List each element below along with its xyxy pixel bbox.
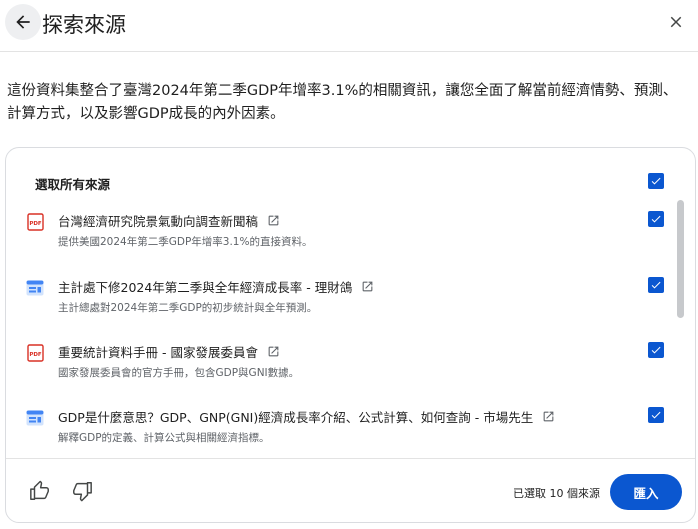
close-icon	[670, 16, 682, 28]
dialog-footer: 已選取 10 個來源 匯入	[6, 458, 695, 522]
source-item[interactable]: 主計處下修2024年第二季與全年經濟成長率 - 理財鴿 主計總處對2024年第二…	[6, 277, 666, 337]
web-icon	[26, 279, 44, 297]
dialog-title: 探索來源	[42, 13, 126, 37]
svg-text:PDF: PDF	[29, 221, 42, 227]
source-checkbox[interactable]	[648, 277, 664, 293]
thumbs-down-icon	[73, 482, 92, 502]
open-external-icon[interactable]	[267, 345, 280, 358]
pdf-icon: PDF	[26, 344, 44, 362]
selected-count: 已選取 10 個來源	[513, 487, 600, 500]
source-title-text[interactable]: 主計處下修2024年第二季與全年經濟成長率 - 理財鴿	[58, 277, 352, 296]
arrow-back-icon	[16, 15, 30, 29]
open-external-icon[interactable]	[267, 214, 280, 227]
source-item[interactable]: PDF 重要統計資料手冊 - 國家發展委員會 國家發展委員會的官方手冊，包含GD…	[6, 342, 666, 402]
source-title-text[interactable]: 台灣經濟研究院景氣動向調查新聞稿	[58, 211, 258, 230]
source-title[interactable]: GDP是什麼意思？GDP、GNP(GNI)經濟成長率介紹、公式計算、如何查詢 -…	[58, 407, 555, 426]
import-button[interactable]: 匯入	[610, 474, 682, 510]
thumbs-down-button[interactable]	[70, 479, 94, 503]
source-title[interactable]: 主計處下修2024年第二季與全年經濟成長率 - 理財鴿	[58, 277, 374, 296]
source-checkbox[interactable]	[648, 407, 664, 423]
close-button[interactable]	[662, 8, 690, 36]
back-button[interactable]	[5, 4, 41, 40]
source-title-text[interactable]: GDP是什麼意思？GDP、GNP(GNI)經濟成長率介紹、公式計算、如何查詢 -…	[58, 407, 533, 426]
source-title-text[interactable]: 重要統計資料手冊 - 國家發展委員會	[58, 342, 258, 361]
pdf-icon: PDF	[26, 213, 44, 231]
open-external-icon[interactable]	[361, 280, 374, 293]
select-all-checkbox[interactable]	[648, 173, 664, 189]
source-item[interactable]: PDF 台灣經濟研究院景氣動向調查新聞稿 提供美國2024年第二季GDP年增率3…	[6, 211, 666, 271]
sources-scrollbar[interactable]	[677, 200, 684, 318]
svg-text:PDF: PDF	[29, 352, 42, 358]
open-external-icon[interactable]	[542, 410, 555, 423]
source-subtitle: 國家發展委員會的官方手冊，包含GDP與GNI數據。	[58, 367, 300, 379]
source-subtitle: 解釋GDP的定義、計算公式與相關經濟指標。	[58, 432, 270, 444]
check-icon	[651, 281, 661, 289]
check-icon	[651, 411, 661, 419]
thumbs-up-button[interactable]	[28, 479, 52, 503]
select-all-label: 選取所有來源	[35, 177, 111, 192]
source-subtitle: 主計總處對2024年第二季GDP的初步統計與全年預測。	[58, 302, 318, 314]
source-title[interactable]: 重要統計資料手冊 - 國家發展委員會	[58, 342, 280, 361]
dataset-description: 這份資料集整合了臺灣2024年第二季GDP年增率3.1%的相關資訊，讓您全面了解…	[7, 83, 678, 122]
dialog-header: 探索來源	[0, 0, 698, 52]
source-checkbox[interactable]	[648, 342, 664, 358]
source-checkbox[interactable]	[648, 211, 664, 227]
check-icon	[651, 346, 661, 354]
thumbs-up-icon	[30, 480, 49, 500]
sources-panel: 選取所有來源 PDF 台灣經濟研究院景氣動向調查新聞稿 提供美國2024年第二季…	[5, 147, 696, 523]
web-icon	[26, 409, 44, 427]
source-title[interactable]: 台灣經濟研究院景氣動向調查新聞稿	[58, 211, 280, 230]
source-subtitle: 提供美國2024年第二季GDP年增率3.1%的直接資料。	[58, 236, 313, 248]
check-icon	[651, 177, 661, 185]
check-icon	[651, 215, 661, 223]
